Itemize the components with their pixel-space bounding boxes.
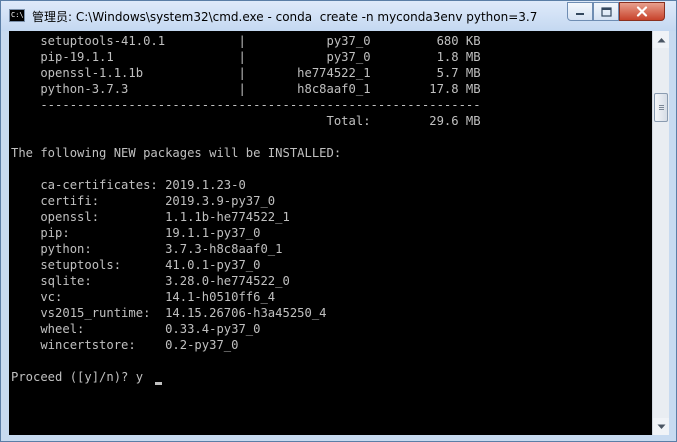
scroll-down-arrow-icon [657, 424, 665, 429]
thumb-grip [659, 105, 664, 106]
console-line: vs2015_runtime: 14.15.26706-h3a45250_4 [11, 306, 327, 320]
console-line: wheel: 0.33.4-py37_0 [11, 322, 261, 336]
console-line: openssl: 1.1.1b-he774522_1 [11, 210, 290, 224]
maximize-icon [600, 6, 612, 17]
vertical-scrollbar[interactable] [652, 31, 669, 435]
cmd-icon[interactable]: C:\ [9, 9, 25, 22]
console-line: python: 3.7.3-h8c8aaf0_1 [11, 242, 283, 256]
prompt-line[interactable]: Proceed ([y]/n)? y [11, 369, 143, 385]
window-bottom-frame [1, 435, 676, 441]
close-icon [636, 6, 648, 17]
scroll-up-button[interactable] [653, 31, 669, 48]
console-line: setuptools-41.0.1 | py37_0 680 KB [11, 34, 481, 48]
console-line: Total: 29.6 MB [11, 114, 481, 128]
title-bar[interactable]: C:\ 管理员: C:\Windows\system32\cmd.exe - c… [1, 1, 676, 31]
console-line: python-3.7.3 | h8c8aaf0_1 17.8 MB [11, 82, 481, 96]
console-line: openssl-1.1.1b | he774522_1 5.7 MB [11, 66, 481, 80]
minimize-icon [576, 12, 584, 15]
cmd-window: C:\ 管理员: C:\Windows\system32\cmd.exe - c… [0, 0, 677, 442]
scrollbar-thumb[interactable] [654, 93, 668, 122]
console-line: wincertstore: 0.2-py37_0 [11, 338, 239, 352]
console-output[interactable]: setuptools-41.0.1 | py37_0 680 KB pip-19… [9, 31, 652, 435]
console-line: The following NEW packages will be INSTA… [11, 146, 342, 160]
scroll-up-arrow-icon [657, 37, 665, 42]
console-line: ca-certificates: 2019.1.23-0 [11, 178, 246, 192]
console-line: setuptools: 41.0.1-py37_0 [11, 258, 261, 272]
thumb-grip [659, 107, 664, 108]
minimize-button[interactable] [567, 2, 593, 21]
scroll-down-button[interactable] [653, 418, 669, 435]
thumb-grip [659, 109, 664, 110]
text-cursor [155, 382, 162, 385]
console-line: pip-19.1.1 | py37_0 1.8 MB [11, 50, 481, 64]
window-title: 管理员: C:\Windows\system32\cmd.exe - conda… [32, 10, 538, 24]
maximize-button[interactable] [593, 2, 619, 21]
close-button[interactable] [619, 2, 665, 21]
console-line: pip: 19.1.1-py37_0 [11, 226, 261, 240]
console-line: ----------------------------------------… [11, 98, 481, 112]
console-line: sqlite: 3.28.0-he774522_0 [11, 274, 290, 288]
console-line: vc: 14.1-h0510ff6_4 [11, 290, 276, 304]
console-line: certifi: 2019.3.9-py37_0 [11, 194, 276, 208]
